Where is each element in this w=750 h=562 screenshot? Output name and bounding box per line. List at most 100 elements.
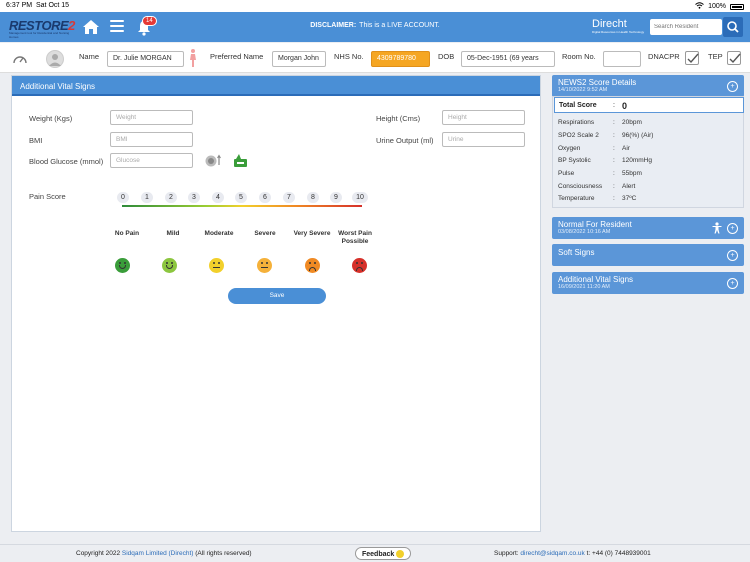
battery-percent: 100%: [708, 3, 726, 10]
form-title: Additional Vital Signs: [12, 76, 540, 96]
pain-level-label: Moderate: [204, 230, 234, 237]
resident-name: Dr. Julie MORGAN: [107, 51, 184, 67]
add-circle-icon[interactable]: +: [727, 81, 738, 92]
vital-row: Oxygen: Air: [558, 145, 630, 152]
severe-pain-face-icon[interactable]: [257, 258, 272, 273]
avs-panel-title: Additional Vital Signs: [558, 275, 634, 284]
pain-level-label: No Pain: [114, 230, 140, 237]
status-time: 6:37 PM: [6, 2, 33, 9]
search-input[interactable]: [650, 19, 722, 35]
pain-number[interactable]: 9: [330, 192, 342, 203]
height-input[interactable]: Height: [442, 110, 525, 125]
soft-signs-title: Soft Signs: [558, 248, 595, 257]
pain-level-label: Worst Pain Possible: [338, 230, 372, 245]
pain-number[interactable]: 1: [141, 192, 153, 203]
urine-label: Urine Output (ml): [376, 136, 434, 145]
vital-row: Temperature:37ºC: [558, 195, 637, 202]
save-button[interactable]: Save: [228, 288, 326, 304]
additional-vital-signs-panel[interactable]: Additional Vital Signs 16/09/2021 11:20 …: [552, 272, 744, 294]
glucose-input[interactable]: Glucose: [110, 153, 193, 168]
direcht-logo: Direcht Digital Resources in Health Tech…: [592, 18, 645, 34]
avatar: [46, 50, 64, 68]
glucose-trend-icon[interactable]: [231, 153, 249, 171]
worst-pain-face-icon[interactable]: [352, 258, 367, 273]
total-score-value: 0: [622, 101, 628, 111]
pain-number[interactable]: 6: [259, 192, 271, 203]
pain-level-label: Very Severe: [293, 230, 331, 237]
vital-row: SPO2 Scale 2:96(%) (Air): [558, 132, 654, 139]
search-icon: [723, 21, 743, 39]
status-right: 100%: [695, 2, 744, 11]
search-button[interactable]: [723, 17, 743, 37]
footer: Copyright 2022 Sidqam Limited (Direcht) …: [0, 544, 750, 562]
dashboard-gauge-icon[interactable]: [12, 52, 28, 68]
dnacpr-checkbox[interactable]: [685, 51, 699, 65]
company-link[interactable]: Sidqam Limited (Direcht): [122, 550, 194, 557]
weight-label: Weight (Kgs): [29, 114, 73, 123]
pain-number[interactable]: 0: [117, 192, 129, 203]
pain-number[interactable]: 10: [352, 192, 368, 203]
pain-number[interactable]: 3: [188, 192, 200, 203]
normal-for-resident-panel[interactable]: Normal For Resident 03/08/2022 10:16 AM …: [552, 217, 744, 239]
vital-row: Consciousness: Alert: [558, 183, 636, 190]
news2-details: Total Score:0 Respirations:20bpm SPO2 Sc…: [552, 96, 744, 208]
support-info: Support: direcht@sidqam.co.uk t: +44 (0)…: [494, 550, 651, 557]
urine-input[interactable]: Urine: [442, 132, 525, 147]
female-body-icon: [188, 48, 198, 70]
pain-number[interactable]: 5: [235, 192, 247, 203]
pain-level-label: Severe: [254, 230, 276, 237]
additional-vital-signs-form: Additional Vital Signs Weight (Kgs) Weig…: [11, 75, 541, 532]
vital-row: BP Systolic:120mmHg: [558, 157, 652, 164]
avs-panel-date: 16/09/2021 11:20 AM: [558, 284, 610, 290]
room-number: [603, 51, 641, 67]
soft-signs-panel[interactable]: Soft Signs +: [552, 244, 744, 266]
tep-checkbox[interactable]: [727, 51, 741, 65]
copyright: Copyright 2022 Sidqam Limited (Direcht) …: [76, 550, 252, 557]
glucose-label: Blood Glucose (mmol): [29, 157, 104, 166]
vital-row: Respirations:20bpm: [558, 119, 642, 126]
news2-title: NEWS2 Score Details: [558, 78, 637, 87]
glucose-meter-icon[interactable]: [204, 154, 222, 170]
vital-row: Pulse:55bpm: [558, 170, 642, 177]
emoji-icon: [396, 550, 405, 558]
tep-label: TEP: [708, 52, 723, 61]
dob-value: 05-Dec-1951 (69 years: [461, 51, 555, 67]
preferred-name-label: Preferred Name: [210, 52, 264, 61]
nhs-number: 4309789780: [371, 51, 430, 67]
no-pain-face-icon[interactable]: [115, 258, 130, 273]
patient-bar: Name Dr. Julie MORGAN Preferred Name Mor…: [0, 43, 750, 73]
dnacpr-label: DNACPR: [648, 52, 680, 61]
name-label: Name: [79, 52, 100, 61]
pain-level-label: Mild: [166, 230, 180, 237]
moderate-pain-face-icon[interactable]: [209, 258, 224, 273]
bmi-input[interactable]: BMI: [110, 132, 193, 147]
pain-number[interactable]: 8: [307, 192, 319, 203]
add-circle-icon[interactable]: +: [727, 278, 738, 289]
weight-input[interactable]: Weight: [110, 110, 193, 125]
pain-score-label: Pain Score: [29, 192, 66, 201]
very-severe-pain-face-icon[interactable]: [305, 258, 320, 273]
pain-number[interactable]: 7: [283, 192, 295, 203]
nhs-label: NHS No.: [334, 52, 364, 61]
dob-label: DOB: [438, 52, 455, 61]
mild-pain-face-icon[interactable]: [162, 258, 177, 273]
add-circle-icon[interactable]: +: [727, 223, 738, 234]
feedback-button[interactable]: Feedback: [355, 547, 412, 560]
bmi-label: BMI: [29, 136, 43, 145]
status-bar: 6:37 PM Sat Oct 15 100%: [0, 0, 750, 12]
add-circle-icon[interactable]: +: [727, 250, 738, 261]
wifi-icon: [695, 2, 704, 11]
height-label: Height (Cms): [376, 114, 421, 123]
news2-header[interactable]: NEWS2 Score Details 14/10/2022 9:52 AM +: [552, 75, 744, 97]
pain-number[interactable]: 4: [212, 192, 224, 203]
battery-icon: [730, 3, 744, 10]
app-header: RESTORE2 Management tool for Residential…: [0, 12, 750, 42]
person-icon[interactable]: [712, 222, 722, 236]
preferred-name: Morgan John: [272, 51, 326, 67]
pain-scale-bar: [121, 205, 362, 217]
total-score-row: Total Score:0: [554, 97, 744, 113]
support-email-link[interactable]: direcht@sidqam.co.uk: [520, 550, 584, 557]
pain-number[interactable]: 2: [165, 192, 177, 203]
support-phone: t: +44 (0) 7448939001: [586, 550, 651, 557]
news2-date: 14/10/2022 9:52 AM: [558, 87, 608, 93]
